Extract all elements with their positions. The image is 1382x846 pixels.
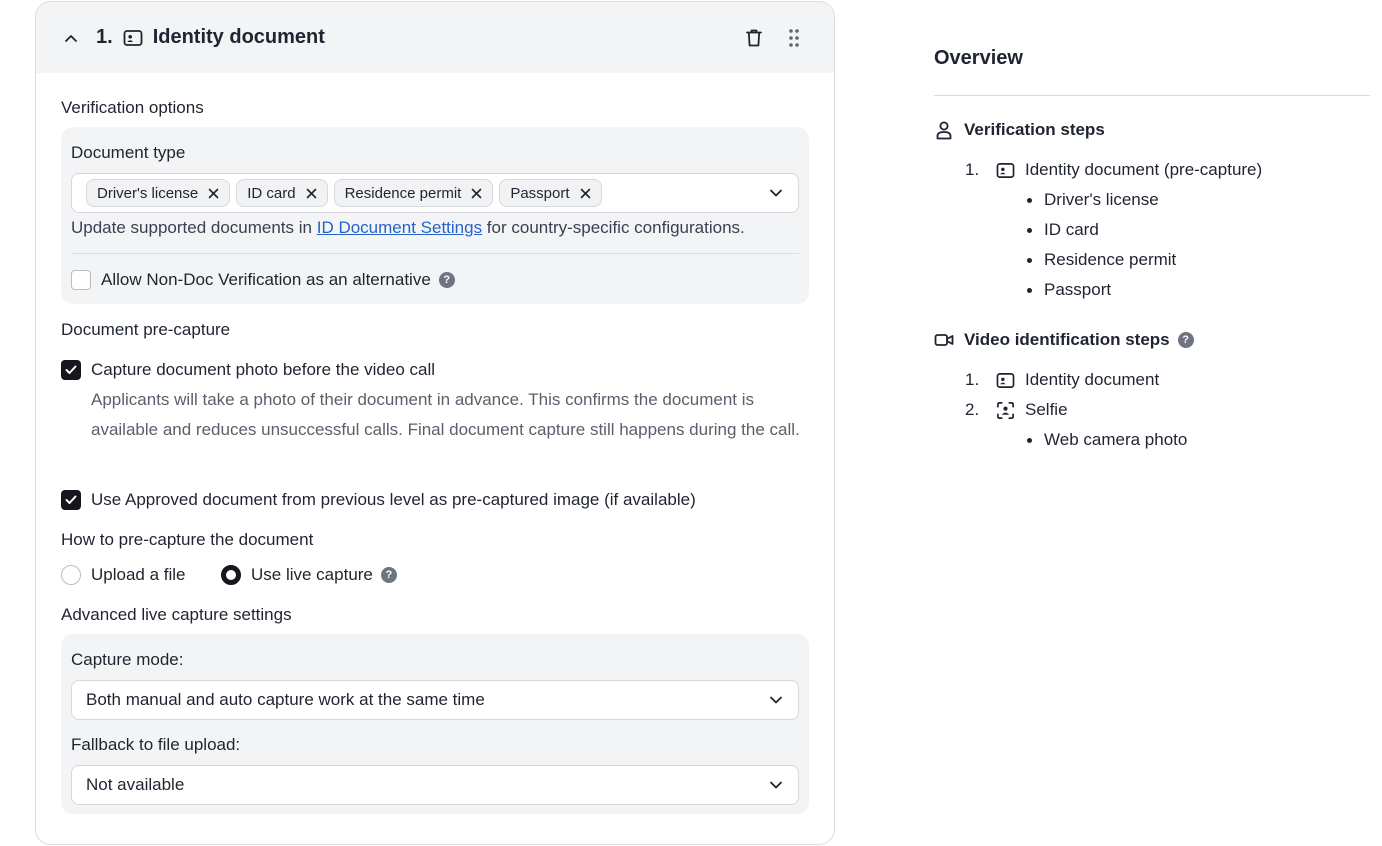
fallback-value: Not available	[86, 775, 185, 794]
id-card-icon	[123, 29, 143, 47]
document-type-label: Document type	[71, 143, 186, 162]
document-type-multiselect[interactable]: Driver's license ID card Residence permi…	[71, 173, 799, 213]
video-steps-heading: Video identification steps ?	[934, 330, 1194, 350]
use-approved-document-checkbox[interactable]	[61, 490, 81, 510]
live-capture-option: Use live capture ?	[221, 565, 397, 585]
list-item: Web camera photo	[1027, 430, 1187, 450]
video-camera-icon	[934, 332, 954, 348]
advanced-settings-title: Advanced live capture settings	[61, 605, 292, 624]
document-settings-hint: Update supported documents in ID Documen…	[71, 218, 745, 237]
help-icon[interactable]: ?	[1177, 332, 1194, 348]
step-header: 1. Identity document	[36, 2, 834, 73]
chip-residence-permit: Residence permit	[333, 179, 494, 207]
capture-before-call-option: Capture document photo before the video …	[61, 360, 435, 380]
chevron-down-icon[interactable]	[768, 777, 784, 793]
fallback-select[interactable]: Not available	[71, 765, 799, 805]
list-item: ID card	[1027, 220, 1099, 240]
chip-drivers-license: Driver's license	[86, 179, 231, 207]
live-capture-radio[interactable]	[221, 565, 241, 585]
divider	[71, 253, 799, 254]
verification-options-title: Verification options	[61, 98, 204, 117]
help-icon[interactable]: ?	[380, 567, 397, 583]
remove-chip-icon[interactable]	[580, 188, 591, 199]
chevron-down-icon[interactable]	[768, 185, 784, 201]
remove-chip-icon[interactable]	[208, 188, 219, 199]
use-approved-document-label: Use Approved document from previous leve…	[91, 490, 696, 509]
capture-mode-label: Capture mode:	[71, 650, 184, 669]
upload-file-option: Upload a file	[61, 565, 186, 585]
id-document-settings-link[interactable]: ID Document Settings	[317, 218, 482, 237]
capture-before-call-checkbox[interactable]	[61, 360, 81, 380]
list-item: Passport	[1027, 280, 1111, 300]
document-type-chips: Driver's license ID card Residence permi…	[86, 179, 768, 207]
remove-chip-icon[interactable]	[306, 188, 317, 199]
checkmark-icon	[65, 365, 77, 374]
non-doc-verification-option: Allow Non-Doc Verification as an alterna…	[71, 270, 455, 290]
fallback-label: Fallback to file upload:	[71, 735, 241, 754]
user-icon	[934, 120, 954, 140]
chevron-up-icon[interactable]	[62, 29, 80, 47]
overview-step-item: 2. Selfie	[965, 400, 1068, 420]
list-item: Residence permit	[1027, 250, 1176, 270]
face-scan-icon	[995, 401, 1015, 420]
use-approved-document-option: Use Approved document from previous leve…	[61, 490, 696, 510]
non-doc-checkbox[interactable]	[71, 270, 91, 290]
step-number: 1.	[96, 26, 113, 48]
live-capture-label: Use live capture	[251, 565, 373, 584]
document-precapture-title: Document pre-capture	[61, 320, 231, 339]
overview-step-item: 1. Identity document	[965, 370, 1160, 389]
drag-handle-icon[interactable]	[782, 26, 806, 50]
non-doc-label: Allow Non-Doc Verification as an alterna…	[101, 270, 431, 289]
upload-file-label: Upload a file	[91, 565, 186, 584]
verification-options-panel: Document type Driver's license ID card R…	[61, 127, 809, 304]
capture-mode-value: Both manual and auto capture work at the…	[86, 690, 485, 709]
capture-before-call-description: Applicants will take a photo of their do…	[91, 390, 800, 439]
step-title: Identity document	[152, 26, 325, 48]
chevron-down-icon[interactable]	[768, 692, 784, 708]
identity-document-step-card: 1. Identity document Verification option…	[35, 1, 835, 845]
list-item: Driver's license	[1027, 190, 1159, 210]
help-icon[interactable]: ?	[438, 272, 455, 288]
overview-step-item: 1. Identity document (pre-capture)	[965, 160, 1263, 179]
verification-steps-heading: Verification steps	[934, 120, 1105, 140]
trash-icon[interactable]	[742, 26, 766, 50]
remove-chip-icon[interactable]	[471, 188, 482, 199]
capture-before-call-label: Capture document photo before the video …	[91, 360, 436, 379]
divider	[934, 95, 1370, 96]
advanced-settings-panel: Capture mode: Both manual and auto captu…	[61, 634, 809, 814]
upload-file-radio[interactable]	[61, 565, 81, 585]
chip-passport: Passport	[499, 179, 602, 207]
id-card-icon	[995, 162, 1015, 179]
checkmark-icon	[65, 495, 77, 504]
id-card-icon	[995, 372, 1015, 389]
chip-id-card: ID card	[236, 179, 328, 207]
how-to-precapture-title: How to pre-capture the document	[61, 530, 314, 549]
capture-mode-select[interactable]: Both manual and auto capture work at the…	[71, 680, 799, 720]
overview-title: Overview	[934, 47, 1023, 69]
